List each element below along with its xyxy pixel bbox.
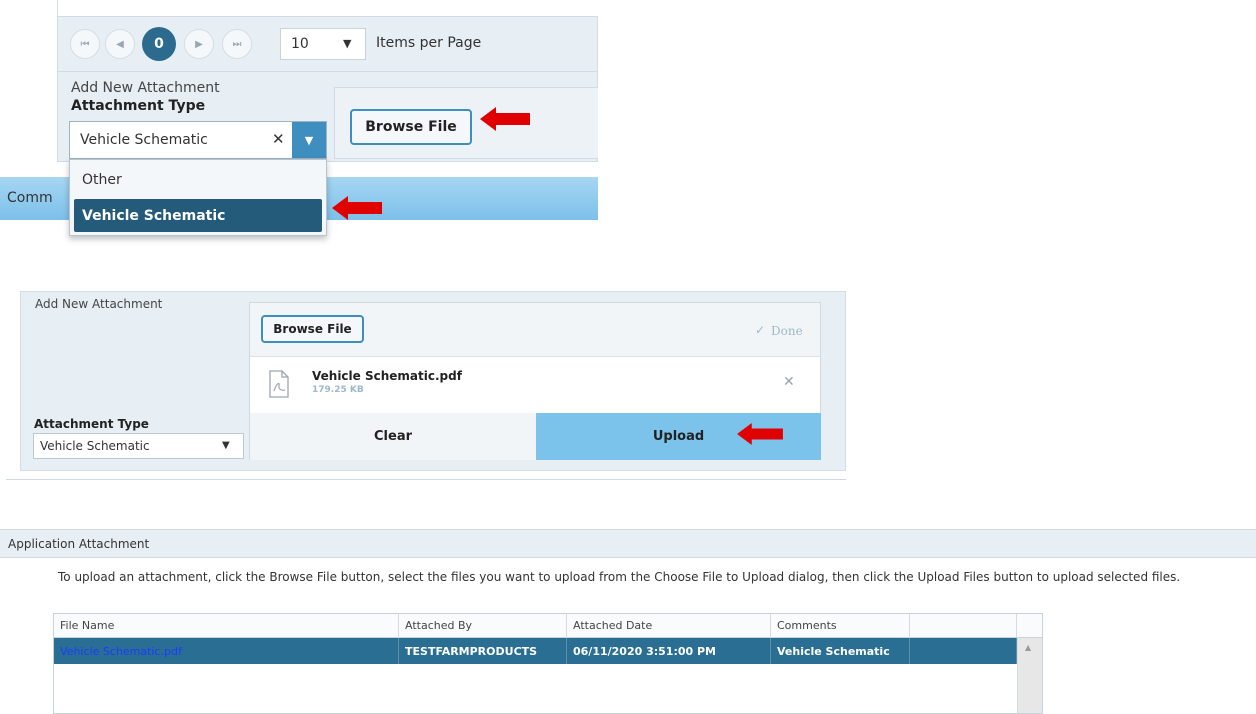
panel-border bbox=[57, 0, 58, 16]
column-header-scroll bbox=[1017, 614, 1042, 638]
scroll-up-icon[interactable]: ▲ bbox=[1025, 643, 1031, 652]
last-page-icon: ⏭ bbox=[232, 38, 242, 50]
vertical-scrollbar[interactable]: ▲ bbox=[1017, 638, 1042, 713]
remove-file-icon[interactable]: ✕ bbox=[783, 374, 795, 390]
attachment-type-value: Vehicle Schematic bbox=[40, 439, 150, 453]
upload-toolbar: Browse File ✓ Done bbox=[250, 303, 820, 357]
done-label: Done bbox=[771, 324, 803, 338]
pager: ⏮ ◀ 0 ▶ ⏭ 10 ▼ Items per Page bbox=[57, 16, 598, 72]
upload-widget: Browse File ✓ Done Vehicle Schematic.pdf… bbox=[249, 302, 821, 460]
current-page[interactable]: 0 bbox=[142, 27, 176, 61]
prev-page-button[interactable]: ◀ bbox=[105, 29, 135, 59]
browse-area: Browse File bbox=[334, 87, 598, 159]
red-arrow-icon bbox=[332, 196, 382, 220]
column-header-attached-by[interactable]: Attached By bbox=[399, 614, 567, 638]
attachments-grid: File Name Attached By Attached Date Comm… bbox=[53, 613, 1043, 714]
chevron-down-icon[interactable]: ▼ bbox=[292, 122, 326, 158]
chevron-down-icon: ▼ bbox=[343, 37, 352, 50]
empty-cell bbox=[910, 638, 1017, 664]
browse-file-button[interactable]: Browse File bbox=[350, 109, 472, 145]
checkmark-icon: ✓ bbox=[755, 323, 766, 337]
instructions-text: To upload an attachment, click the Brows… bbox=[58, 570, 1181, 584]
column-header-empty bbox=[910, 614, 1017, 638]
next-page-icon: ▶ bbox=[195, 38, 203, 50]
upload-actions: Clear Upload bbox=[250, 413, 821, 460]
comments-cell: Vehicle Schematic bbox=[771, 638, 910, 664]
red-arrow-icon bbox=[480, 107, 530, 131]
column-header-attached-date[interactable]: Attached Date bbox=[567, 614, 771, 638]
divider bbox=[6, 479, 846, 480]
file-name: Vehicle Schematic.pdf bbox=[312, 369, 462, 383]
dropdown-option-vehicle-schematic[interactable]: Vehicle Schematic bbox=[74, 199, 322, 232]
file-size: 179.25 KB bbox=[312, 385, 364, 395]
chevron-down-icon: ▼ bbox=[222, 440, 230, 451]
add-new-attachment-label: Add New Attachment bbox=[35, 297, 163, 311]
next-page-button[interactable]: ▶ bbox=[184, 29, 214, 59]
add-new-attachment-label: Add New Attachment bbox=[71, 80, 220, 96]
red-arrow-icon bbox=[737, 423, 783, 445]
comments-bar-label: Comm bbox=[7, 190, 53, 206]
items-per-page-label: Items per Page bbox=[376, 35, 482, 51]
attachment-type-label: Attachment Type bbox=[34, 417, 149, 431]
browse-file-button[interactable]: Browse File bbox=[261, 315, 364, 343]
page-size-value: 10 bbox=[291, 36, 309, 52]
first-page-button[interactable]: ⏮ bbox=[70, 29, 100, 59]
attachment-type-label: Attachment Type bbox=[71, 98, 206, 114]
dropdown-option-other[interactable]: Other bbox=[74, 165, 322, 195]
file-name-link[interactable]: Vehicle Schematic.pdf bbox=[54, 638, 399, 664]
attachment-type-value: Vehicle Schematic bbox=[80, 132, 208, 148]
clear-button[interactable]: Clear bbox=[250, 413, 536, 460]
pdf-file-icon bbox=[269, 370, 289, 398]
column-header-file-name[interactable]: File Name bbox=[54, 614, 399, 638]
column-header-comments[interactable]: Comments bbox=[771, 614, 910, 638]
section-header: Application Attachment bbox=[0, 529, 1256, 558]
first-page-icon: ⏮ bbox=[80, 38, 90, 50]
attachment-type-dropdown: Other Vehicle Schematic bbox=[69, 159, 327, 236]
attachment-type-combo[interactable]: Vehicle Schematic ✕ ▼ bbox=[69, 121, 327, 159]
file-list-item: Vehicle Schematic.pdf 179.25 KB ✕ bbox=[250, 358, 820, 413]
clear-icon[interactable]: ✕ bbox=[272, 130, 285, 148]
last-page-button[interactable]: ⏭ bbox=[222, 29, 252, 59]
attached-by-cell: TESTFARMPRODUCTS bbox=[399, 638, 567, 664]
page-size-select[interactable]: 10 ▼ bbox=[280, 28, 366, 60]
attached-date-cell: 06/11/2020 3:51:00 PM bbox=[567, 638, 771, 664]
attachment-type-select[interactable]: Vehicle Schematic ▼ bbox=[33, 433, 244, 459]
prev-page-icon: ◀ bbox=[116, 38, 124, 50]
